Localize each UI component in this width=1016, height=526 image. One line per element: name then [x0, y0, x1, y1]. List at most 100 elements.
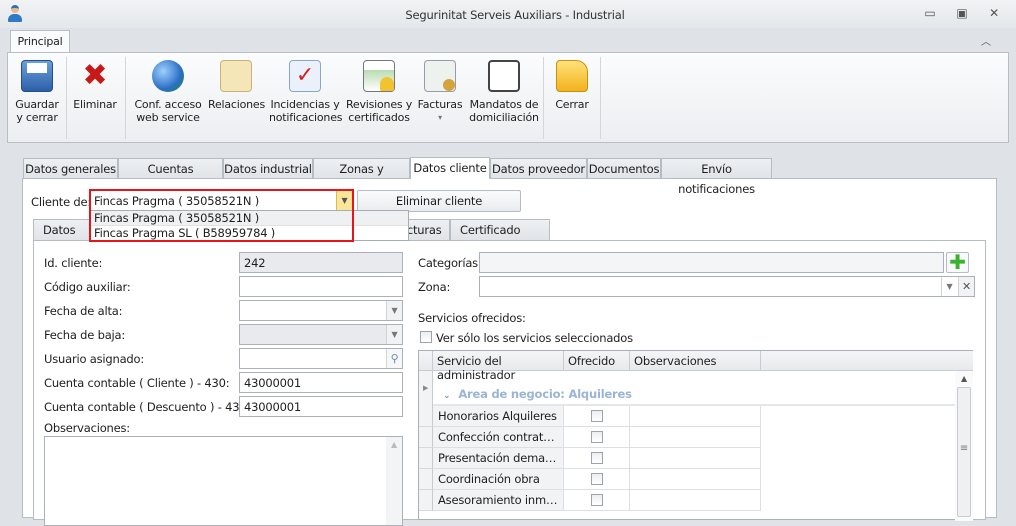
cuenta-descuento-label: Cuenta contable ( Descuento ) - 4311: [44, 400, 258, 414]
maximize-icon[interactable]: ▣ [952, 6, 972, 22]
contacts-icon [220, 60, 252, 92]
mandates-button[interactable]: Mandatos de domiciliación [469, 57, 539, 135]
fecha-alta-picker[interactable]: ▼ [239, 300, 403, 321]
table-row[interactable]: Coordinación obra [419, 469, 817, 490]
add-category-button[interactable]: ✚ [946, 252, 969, 273]
tab-cuentas-bancarias[interactable]: Cuentas bancarias [118, 158, 223, 196]
tab-datos-cliente[interactable]: Datos cliente [410, 157, 490, 179]
incidents-button[interactable]: ✓ Incidencias y notificaciones [269, 57, 343, 135]
chevron-down-icon[interactable]: ▼ [386, 325, 402, 344]
cuenta-cliente-label: Cuenta contable ( Cliente ) - 430: [44, 376, 230, 390]
button-label: y cerrar [16, 111, 58, 124]
button-label: notificaciones [269, 111, 343, 124]
ofrecido-cell[interactable] [564, 469, 630, 490]
tab-zonas-servicios[interactable]: Zonas y servicios [313, 158, 410, 196]
codigo-auxiliar-input[interactable] [239, 276, 403, 297]
servicio-cell[interactable]: Honorarios Alquileres [433, 406, 564, 427]
observaciones-cell[interactable] [630, 448, 761, 469]
fecha-baja-picker[interactable]: ▼ [239, 324, 403, 345]
delete-client-button[interactable]: Eliminar cliente [357, 190, 521, 212]
column-header-observaciones[interactable]: Observaciones [630, 351, 761, 371]
servicio-cell[interactable]: Coordinación obra [433, 469, 564, 490]
table-row[interactable]: Honorarios Alquileres [419, 406, 817, 427]
button-label: Relaciones [208, 98, 266, 111]
close-icon[interactable]: ✕ [984, 6, 1004, 22]
servicio-cell[interactable]: Presentación demanda [433, 448, 564, 469]
inner-tab-datos-basicos[interactable]: Datos bás [33, 219, 93, 258]
ofrecido-cell[interactable] [564, 406, 630, 427]
invoices-button[interactable]: Facturas ▾ [416, 57, 464, 135]
column-header-servicio[interactable]: Servicio del administrador [433, 351, 564, 382]
observaciones-cell[interactable] [630, 406, 761, 427]
categorias-field [479, 252, 944, 273]
group-row[interactable]: ⌄ Area de negocio: Alquileres [433, 387, 955, 406]
save-icon [21, 60, 53, 92]
ofrecido-checkbox[interactable] [590, 410, 603, 422]
tab-envio-notificaciones[interactable]: Envío notificaciones [661, 158, 772, 196]
clear-icon[interactable]: ✕ [958, 277, 974, 296]
ofrecido-cell[interactable] [564, 427, 630, 448]
revisions-button[interactable]: Revisiones y certificados [344, 57, 414, 135]
invoice-icon [424, 60, 456, 92]
collapse-ribbon-icon[interactable]: ︿ [981, 33, 991, 48]
delete-button[interactable]: ✖ Eliminar [70, 57, 120, 135]
web-service-config-button[interactable]: Conf. acceso web service [133, 57, 203, 135]
ofrecido-checkbox[interactable] [590, 452, 603, 464]
servicio-cell[interactable]: Asesoramiento inmobiliario [433, 490, 564, 511]
ofrecido-checkbox[interactable] [590, 431, 603, 443]
grid-rows: Honorarios Alquileres Confección contrato… [419, 406, 959, 526]
button-label: domiciliación [469, 111, 539, 124]
chevron-down-icon[interactable]: ⌄ [443, 391, 451, 401]
button-label: Conf. acceso [134, 98, 202, 111]
usuario-asignado-input[interactable]: ⚲ [239, 348, 403, 369]
row-indicator [419, 469, 433, 490]
fecha-baja-label: Fecha de baja: [44, 328, 126, 342]
table-row[interactable]: Asesoramiento inmobiliario [419, 490, 817, 511]
folder-open-icon [556, 60, 588, 92]
plus-icon: ✚ [949, 250, 966, 274]
servicio-cell[interactable]: Confección contrato de alquiler [433, 427, 564, 448]
cliente-label: Cliente de: [31, 195, 92, 209]
close-form-button[interactable]: Cerrar [549, 57, 595, 135]
relations-button[interactable]: Relaciones [208, 57, 266, 135]
chevron-down-icon[interactable]: ▼ [386, 301, 402, 320]
dropdown-arrow: ▾ [438, 113, 442, 122]
cuenta-cliente-input[interactable]: 43000001 [239, 372, 403, 393]
save-close-button[interactable]: Guardar y cerrar [14, 57, 60, 135]
table-row[interactable]: Presentación demanda [419, 448, 817, 469]
minimize-icon[interactable]: ▭ [920, 6, 940, 22]
separator [600, 57, 601, 139]
table-row[interactable]: Confección contrato de alquiler [419, 427, 817, 448]
ver-solo-checkbox[interactable] [420, 331, 432, 343]
delete-icon: ✖ [82, 58, 108, 93]
grid-scrollbar[interactable]: ▲ ≡ [955, 371, 973, 521]
tab-documentos[interactable]: Documentos [587, 158, 661, 179]
cuenta-descuento-input[interactable]: 43000001 [239, 396, 403, 417]
ofrecido-checkbox[interactable] [590, 494, 603, 506]
chevron-down-icon[interactable]: ▼ [941, 277, 957, 296]
observaciones-cell[interactable] [630, 469, 761, 490]
id-cliente-label: Id. cliente: [44, 256, 103, 270]
fecha-alta-label: Fecha de alta: [44, 304, 123, 318]
inner-tab-certificado-digital[interactable]: Certificado digital [450, 219, 550, 258]
ofrecido-checkbox[interactable] [590, 473, 603, 485]
scrollbar[interactable]: ▲ [386, 437, 402, 525]
tab-datos-proveedor[interactable]: Datos proveedor [490, 158, 587, 179]
button-label: Cerrar [555, 98, 589, 111]
highlight-box [89, 189, 354, 242]
usuario-asignado-label: Usuario asignado: [44, 352, 145, 366]
ribbon-tab-principal[interactable]: Principal [10, 30, 70, 53]
search-icon[interactable]: ⚲ [386, 349, 402, 368]
zona-select[interactable]: ▼ ✕ [479, 276, 975, 297]
scroll-up-icon[interactable]: ▲ [955, 374, 973, 383]
categorias-label: Categorías: [418, 256, 482, 270]
tab-datos-generales[interactable]: Datos generales [23, 158, 118, 179]
scroll-thumb[interactable]: ≡ [957, 387, 971, 517]
observaciones-cell[interactable] [630, 427, 761, 448]
column-header-ofrecido[interactable]: Ofrecido [564, 351, 630, 371]
row-indicator [419, 448, 433, 469]
ofrecido-cell[interactable] [564, 490, 630, 511]
tab-datos-industrial[interactable]: Datos industrial [223, 158, 313, 179]
observaciones-cell[interactable] [630, 490, 761, 511]
ofrecido-cell[interactable] [564, 448, 630, 469]
